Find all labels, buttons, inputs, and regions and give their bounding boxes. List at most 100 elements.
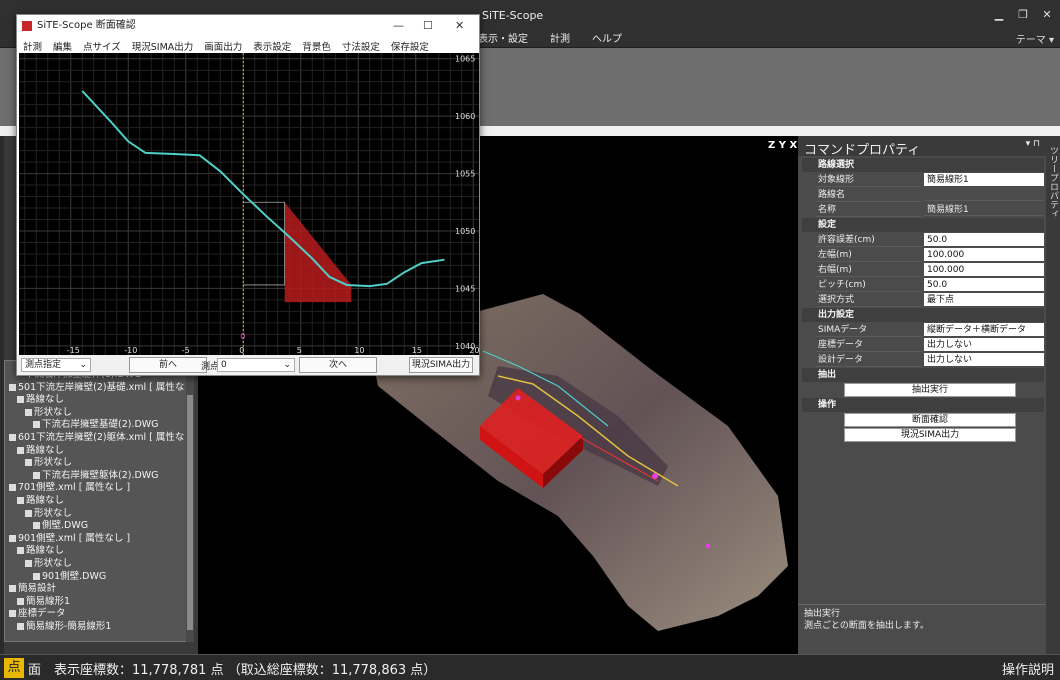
tree-item[interactable]: 側壁.DWG bbox=[33, 520, 88, 532]
minimize-icon[interactable]: ▁ bbox=[990, 8, 1008, 21]
dialog-titlebar[interactable]: SiTE-Scope 断面確認 bbox=[17, 15, 479, 37]
expand-box-icon[interactable] bbox=[17, 597, 24, 605]
expand-box-icon[interactable] bbox=[9, 585, 16, 593]
expand-box-icon[interactable] bbox=[25, 509, 32, 517]
dialog-minimize-icon[interactable]: — bbox=[393, 19, 404, 32]
dialog-menu-item[interactable]: 画面出力 bbox=[204, 39, 242, 53]
menu-view-settings[interactable]: 表示・設定 bbox=[478, 30, 528, 46]
tree-item[interactable]: 601下流左岸擁壁(2)躯体.xml [ 属性なし ] bbox=[9, 432, 187, 444]
label-design: 設計データ bbox=[816, 353, 922, 367]
expand-box-icon[interactable] bbox=[17, 547, 24, 555]
design-data-field[interactable]: 出力しない bbox=[924, 353, 1044, 366]
section-route[interactable]: 路線選択 bbox=[802, 158, 1044, 172]
coord-data-field[interactable]: 出力しない bbox=[924, 338, 1044, 351]
prev-button[interactable]: 前へ bbox=[129, 357, 207, 373]
tree-item[interactable]: 701側壁.xml [ 属性なし ] bbox=[9, 482, 130, 494]
tree-item[interactable]: 501下流左岸擁壁(2)基礎.xml [ 属性なし ] bbox=[9, 382, 187, 394]
station-marker bbox=[705, 543, 711, 549]
expand-box-icon[interactable] bbox=[9, 610, 16, 618]
expand-box-icon[interactable] bbox=[33, 522, 40, 530]
section-operations[interactable]: 操作 bbox=[802, 398, 1044, 412]
sima-export-button[interactable]: 現況SIMA出力 bbox=[409, 357, 473, 373]
dialog-menu-item[interactable]: 背景色 bbox=[302, 39, 331, 53]
axis-z-label: Z bbox=[768, 140, 776, 151]
section-output[interactable]: 出力設定 bbox=[802, 308, 1044, 322]
tree-item[interactable]: 形状なし bbox=[25, 457, 72, 469]
section-extract[interactable]: 抽出 bbox=[802, 368, 1044, 382]
expand-box-icon[interactable] bbox=[9, 383, 16, 391]
expand-box-icon[interactable] bbox=[25, 560, 32, 567]
sima-output-button[interactable]: 現況SIMA出力 bbox=[844, 428, 1016, 442]
expand-box-icon[interactable] bbox=[33, 421, 40, 429]
operation-help-button[interactable]: 操作説明 bbox=[1002, 659, 1054, 678]
name-field: 簡易線形1 bbox=[924, 203, 1044, 216]
right-width-field[interactable]: 100.000 bbox=[924, 263, 1044, 276]
dialog-menu-item[interactable]: 寸法設定 bbox=[342, 39, 380, 53]
selection-method-field[interactable]: 最下点 bbox=[924, 293, 1044, 306]
section-check-button[interactable]: 断面確認 bbox=[844, 413, 1016, 427]
tree-item[interactable]: 路線なし bbox=[17, 495, 64, 507]
tree-item[interactable]: 路線なし bbox=[17, 445, 64, 457]
dialog-menu-item[interactable]: 点サイズ bbox=[83, 39, 121, 53]
expand-box-icon[interactable] bbox=[17, 497, 24, 504]
tree-item[interactable]: 路線なし bbox=[17, 394, 64, 406]
tree-scroll-thumb[interactable] bbox=[187, 395, 193, 630]
tree-item[interactable]: 簡易線形1 bbox=[17, 596, 70, 608]
expand-box-icon[interactable] bbox=[25, 459, 32, 467]
tree-item[interactable]: 路線なし bbox=[17, 545, 64, 557]
station-select[interactable]: 0 ⌄ bbox=[217, 358, 295, 372]
cross-section-plot[interactable]: -15 -10 -5 0 5 10 15 20 1065 1060 1055 1050 1045 1040… bbox=[19, 53, 479, 355]
tree-item[interactable]: 下流右岸擁壁躯体(2).DWG bbox=[33, 470, 159, 482]
left-width-field[interactable]: 100.000 bbox=[924, 248, 1044, 261]
menu-help[interactable]: ヘルプ bbox=[592, 30, 622, 46]
dialog-close-icon[interactable]: ✕ bbox=[455, 19, 464, 32]
mode-select[interactable]: 測点指定 ⌄ bbox=[21, 358, 91, 372]
dialog-menu-item[interactable]: 編集 bbox=[53, 39, 72, 53]
pitch-field[interactable]: 50.0 bbox=[924, 278, 1044, 291]
expand-box-icon[interactable] bbox=[9, 484, 16, 492]
expand-box-icon[interactable] bbox=[25, 408, 32, 416]
tree-item[interactable]: 形状なし bbox=[25, 407, 72, 419]
expand-box-icon[interactable] bbox=[9, 434, 16, 441]
face-mode-toggle[interactable]: 面 bbox=[28, 659, 41, 678]
expand-box-icon[interactable] bbox=[17, 623, 24, 630]
expand-box-icon[interactable] bbox=[9, 534, 16, 542]
menu-measure[interactable]: 計測 bbox=[550, 30, 570, 46]
property-panel-title: コマンドプロパティ ▾ ⊓ bbox=[798, 136, 1046, 158]
tree-item-label: 路線なし bbox=[26, 394, 65, 406]
tree-item[interactable]: 901側壁.DWG bbox=[33, 571, 106, 583]
expand-box-icon[interactable] bbox=[17, 396, 24, 404]
tree-item[interactable]: 座標データ bbox=[9, 608, 66, 620]
tolerance-field[interactable]: 50.0 bbox=[924, 233, 1044, 246]
dialog-menu-item[interactable]: 表示設定 bbox=[253, 39, 291, 53]
extract-run-button[interactable]: 抽出実行 bbox=[844, 383, 1016, 397]
close-icon[interactable]: ✕ bbox=[1038, 8, 1056, 21]
tree-item[interactable]: 形状なし bbox=[25, 558, 72, 570]
target-alignment-field[interactable]: 簡易線形1 bbox=[924, 173, 1044, 186]
section-settings[interactable]: 設定 bbox=[802, 218, 1044, 232]
expand-box-icon[interactable] bbox=[33, 471, 40, 479]
tree-property-side-tab[interactable]: ツリープロパティ bbox=[1046, 136, 1060, 654]
tree-item-label: 側壁.DWG bbox=[42, 520, 89, 532]
tree-item[interactable]: 下流右岸擁壁基礎(2).DWG bbox=[33, 419, 159, 431]
dialog-menu-item[interactable]: 計測 bbox=[23, 39, 42, 53]
sima-data-field[interactable]: 縦断データ＋横断データ bbox=[924, 323, 1044, 336]
dialog-menu-item[interactable]: 現況SIMA出力 bbox=[132, 39, 194, 53]
theme-menu[interactable]: テーマ ▾ bbox=[1016, 31, 1054, 46]
restore-icon[interactable]: ❐ bbox=[1014, 8, 1032, 21]
expand-box-icon[interactable] bbox=[17, 446, 24, 454]
tree-item[interactable]: 901側壁.xml [ 属性なし ] bbox=[9, 533, 130, 545]
tree-item[interactable]: 簡易線形-簡易線形1 bbox=[17, 621, 111, 633]
next-button[interactable]: 次へ bbox=[299, 357, 377, 373]
label-left-width: 左幅(m) bbox=[816, 248, 922, 262]
tree-item[interactable]: 形状なし bbox=[25, 508, 72, 520]
dialog-menu-item[interactable]: 保存設定 bbox=[391, 39, 429, 53]
tree-item[interactable]: 簡易設計 bbox=[9, 583, 56, 595]
dialog-maximize-icon[interactable]: ☐ bbox=[423, 19, 433, 32]
expand-box-icon[interactable] bbox=[33, 572, 40, 580]
point-mode-toggle[interactable]: 点 bbox=[4, 658, 24, 678]
label-pitch: ピッチ(cm) bbox=[816, 278, 922, 292]
tree-item-label: 簡易線形-簡易線形1 bbox=[26, 621, 112, 632]
pin-icon[interactable]: ▾ ⊓ bbox=[1026, 139, 1040, 149]
station-marker bbox=[515, 395, 521, 401]
